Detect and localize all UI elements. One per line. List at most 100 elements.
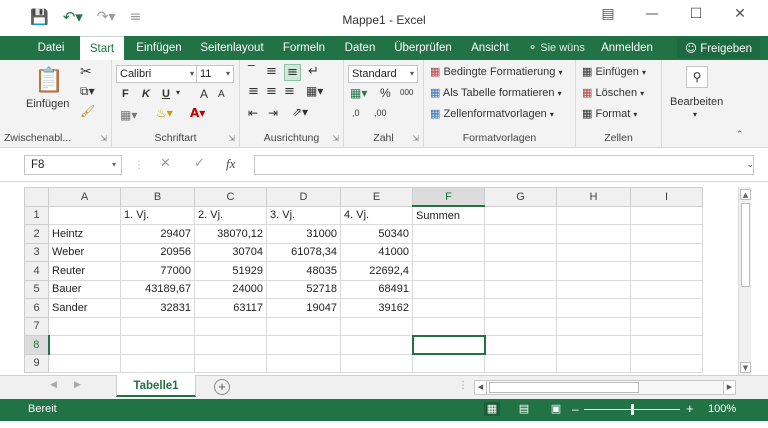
cell[interactable]: 19047 bbox=[266, 298, 341, 318]
column-header-c[interactable]: C bbox=[194, 187, 267, 207]
cell[interactable]: Summen bbox=[412, 205, 485, 225]
cell[interactable]: Weber bbox=[48, 242, 121, 262]
cell[interactable] bbox=[556, 261, 631, 281]
tab-daten[interactable]: Daten bbox=[338, 36, 382, 60]
cell[interactable] bbox=[194, 353, 267, 373]
borders-icon[interactable]: ▦▾ bbox=[120, 108, 137, 122]
cell[interactable]: 39162 bbox=[340, 298, 413, 318]
scroll-up-icon[interactable]: ▲ bbox=[740, 189, 751, 200]
cell[interactable] bbox=[484, 316, 557, 336]
cell[interactable]: 29407 bbox=[120, 224, 195, 244]
row-header[interactable]: 3 bbox=[24, 242, 49, 262]
cell[interactable] bbox=[340, 335, 413, 355]
cell[interactable] bbox=[630, 353, 703, 373]
clipboard-launcher-icon[interactable]: ⇲ bbox=[100, 134, 107, 143]
cell[interactable] bbox=[630, 316, 703, 336]
cell[interactable]: 20956 bbox=[120, 242, 195, 262]
cell[interactable] bbox=[412, 224, 485, 244]
cell[interactable]: 3. Vj. bbox=[266, 205, 341, 225]
cell[interactable] bbox=[48, 335, 121, 355]
cell[interactable]: 52718 bbox=[266, 279, 341, 299]
sheet-prev-icon[interactable]: ◀ bbox=[50, 380, 57, 390]
cell[interactable] bbox=[556, 242, 631, 262]
cell[interactable] bbox=[556, 353, 631, 373]
align-bottom-icon[interactable]: ≡ bbox=[284, 64, 301, 81]
cell[interactable]: 48035 bbox=[266, 261, 341, 281]
scroll-left-icon[interactable]: ◀ bbox=[475, 381, 487, 394]
cell[interactable] bbox=[630, 335, 703, 355]
scroll-down-icon[interactable]: ▼ bbox=[740, 362, 751, 373]
insert-function-icon[interactable]: fx bbox=[226, 156, 235, 172]
normal-view-icon[interactable]: ▦ bbox=[484, 402, 500, 416]
currency-icon[interactable]: ▦▾ bbox=[350, 86, 367, 100]
cell[interactable] bbox=[194, 316, 267, 336]
cell[interactable]: 22692,4 bbox=[340, 261, 413, 281]
cell[interactable] bbox=[630, 205, 703, 225]
align-middle-icon[interactable]: ≡ bbox=[266, 64, 277, 79]
column-header-b[interactable]: B bbox=[120, 187, 195, 207]
row-header[interactable]: 1 bbox=[24, 205, 49, 225]
add-sheet-icon[interactable]: + bbox=[214, 379, 230, 395]
font-color-icon[interactable]: A▾ bbox=[190, 106, 205, 120]
cell[interactable] bbox=[412, 298, 485, 318]
cell[interactable] bbox=[484, 298, 557, 318]
cell[interactable]: 1. Vj. bbox=[120, 205, 195, 225]
cell[interactable] bbox=[630, 279, 703, 299]
tab-datei[interactable]: Datei bbox=[30, 36, 72, 60]
row-header[interactable]: 5 bbox=[24, 279, 49, 299]
cell[interactable]: 61078,34 bbox=[266, 242, 341, 262]
cell[interactable] bbox=[194, 335, 267, 355]
zoom-level[interactable]: 100% bbox=[708, 403, 736, 415]
cell[interactable] bbox=[412, 279, 485, 299]
copy-icon[interactable]: ⧉▾ bbox=[80, 84, 95, 99]
merge-center-icon[interactable]: ▦▾ bbox=[306, 84, 323, 98]
cell[interactable] bbox=[412, 261, 485, 281]
maximize-icon[interactable]: ☐ bbox=[688, 6, 704, 22]
cell[interactable]: Sander bbox=[48, 298, 121, 318]
thousands-button[interactable]: 000 bbox=[400, 88, 413, 97]
zoom-slider-knob[interactable] bbox=[631, 404, 634, 415]
cell[interactable] bbox=[556, 279, 631, 299]
cell[interactable] bbox=[556, 335, 631, 355]
vertical-scrollbar[interactable]: ▲ ▼ bbox=[738, 187, 751, 375]
cell[interactable]: 50340 bbox=[340, 224, 413, 244]
cell[interactable] bbox=[630, 242, 703, 262]
collapse-ribbon-icon[interactable]: ⌃ bbox=[736, 130, 744, 140]
cell[interactable] bbox=[484, 205, 557, 225]
cell[interactable] bbox=[630, 261, 703, 281]
number-format-box[interactable]: Standard ▾ bbox=[348, 65, 418, 83]
row-header[interactable]: 9 bbox=[24, 353, 49, 373]
paste-button[interactable]: Einfügen bbox=[26, 98, 69, 110]
page-break-view-icon[interactable]: ▣ bbox=[548, 402, 564, 416]
column-header-a[interactable]: A bbox=[48, 187, 121, 207]
cell[interactable]: Bauer bbox=[48, 279, 121, 299]
formula-input[interactable] bbox=[254, 155, 754, 175]
tab-start[interactable]: Start bbox=[80, 36, 124, 60]
column-header-g[interactable]: G bbox=[484, 187, 557, 207]
cell[interactable]: 2. Vj. bbox=[194, 205, 267, 225]
tell-me-box[interactable]: ⚬ Sie wüns bbox=[528, 36, 585, 60]
zoom-slider[interactable] bbox=[584, 404, 680, 415]
conditional-formatting-button[interactable]: ▦ Bedingte Formatierung ▾ bbox=[430, 65, 562, 78]
cell[interactable]: 38070,12 bbox=[194, 224, 267, 244]
scroll-right-icon[interactable]: ▶ bbox=[723, 381, 735, 394]
tab-formeln[interactable]: Formeln bbox=[278, 36, 330, 60]
cell-styles-button[interactable]: ▦ Zellenformatvorlagen ▾ bbox=[430, 107, 554, 120]
orientation-icon[interactable]: ⇗▾ bbox=[292, 105, 308, 119]
tab-ueberpruefen[interactable]: Überprüfen bbox=[390, 36, 456, 60]
cell[interactable] bbox=[412, 353, 485, 373]
column-header-f[interactable]: F bbox=[412, 187, 485, 207]
decrease-indent-icon[interactable]: ⇤ bbox=[248, 106, 258, 120]
cell[interactable] bbox=[48, 316, 121, 336]
wrap-text-icon[interactable]: ↵ bbox=[308, 64, 319, 79]
sheet-next-icon[interactable]: ▶ bbox=[74, 380, 81, 390]
cell[interactable]: 4. Vj. bbox=[340, 205, 413, 225]
cell[interactable] bbox=[266, 316, 341, 336]
row-header[interactable]: 2 bbox=[24, 224, 49, 244]
tab-einfuegen[interactable]: Einfügen bbox=[130, 36, 188, 60]
cell[interactable]: 68491 bbox=[340, 279, 413, 299]
cancel-icon[interactable]: ✕ bbox=[160, 156, 171, 171]
column-header-i[interactable]: I bbox=[630, 187, 703, 207]
cell[interactable] bbox=[412, 242, 485, 262]
font-size-box[interactable]: 11 ▾ bbox=[196, 65, 234, 83]
